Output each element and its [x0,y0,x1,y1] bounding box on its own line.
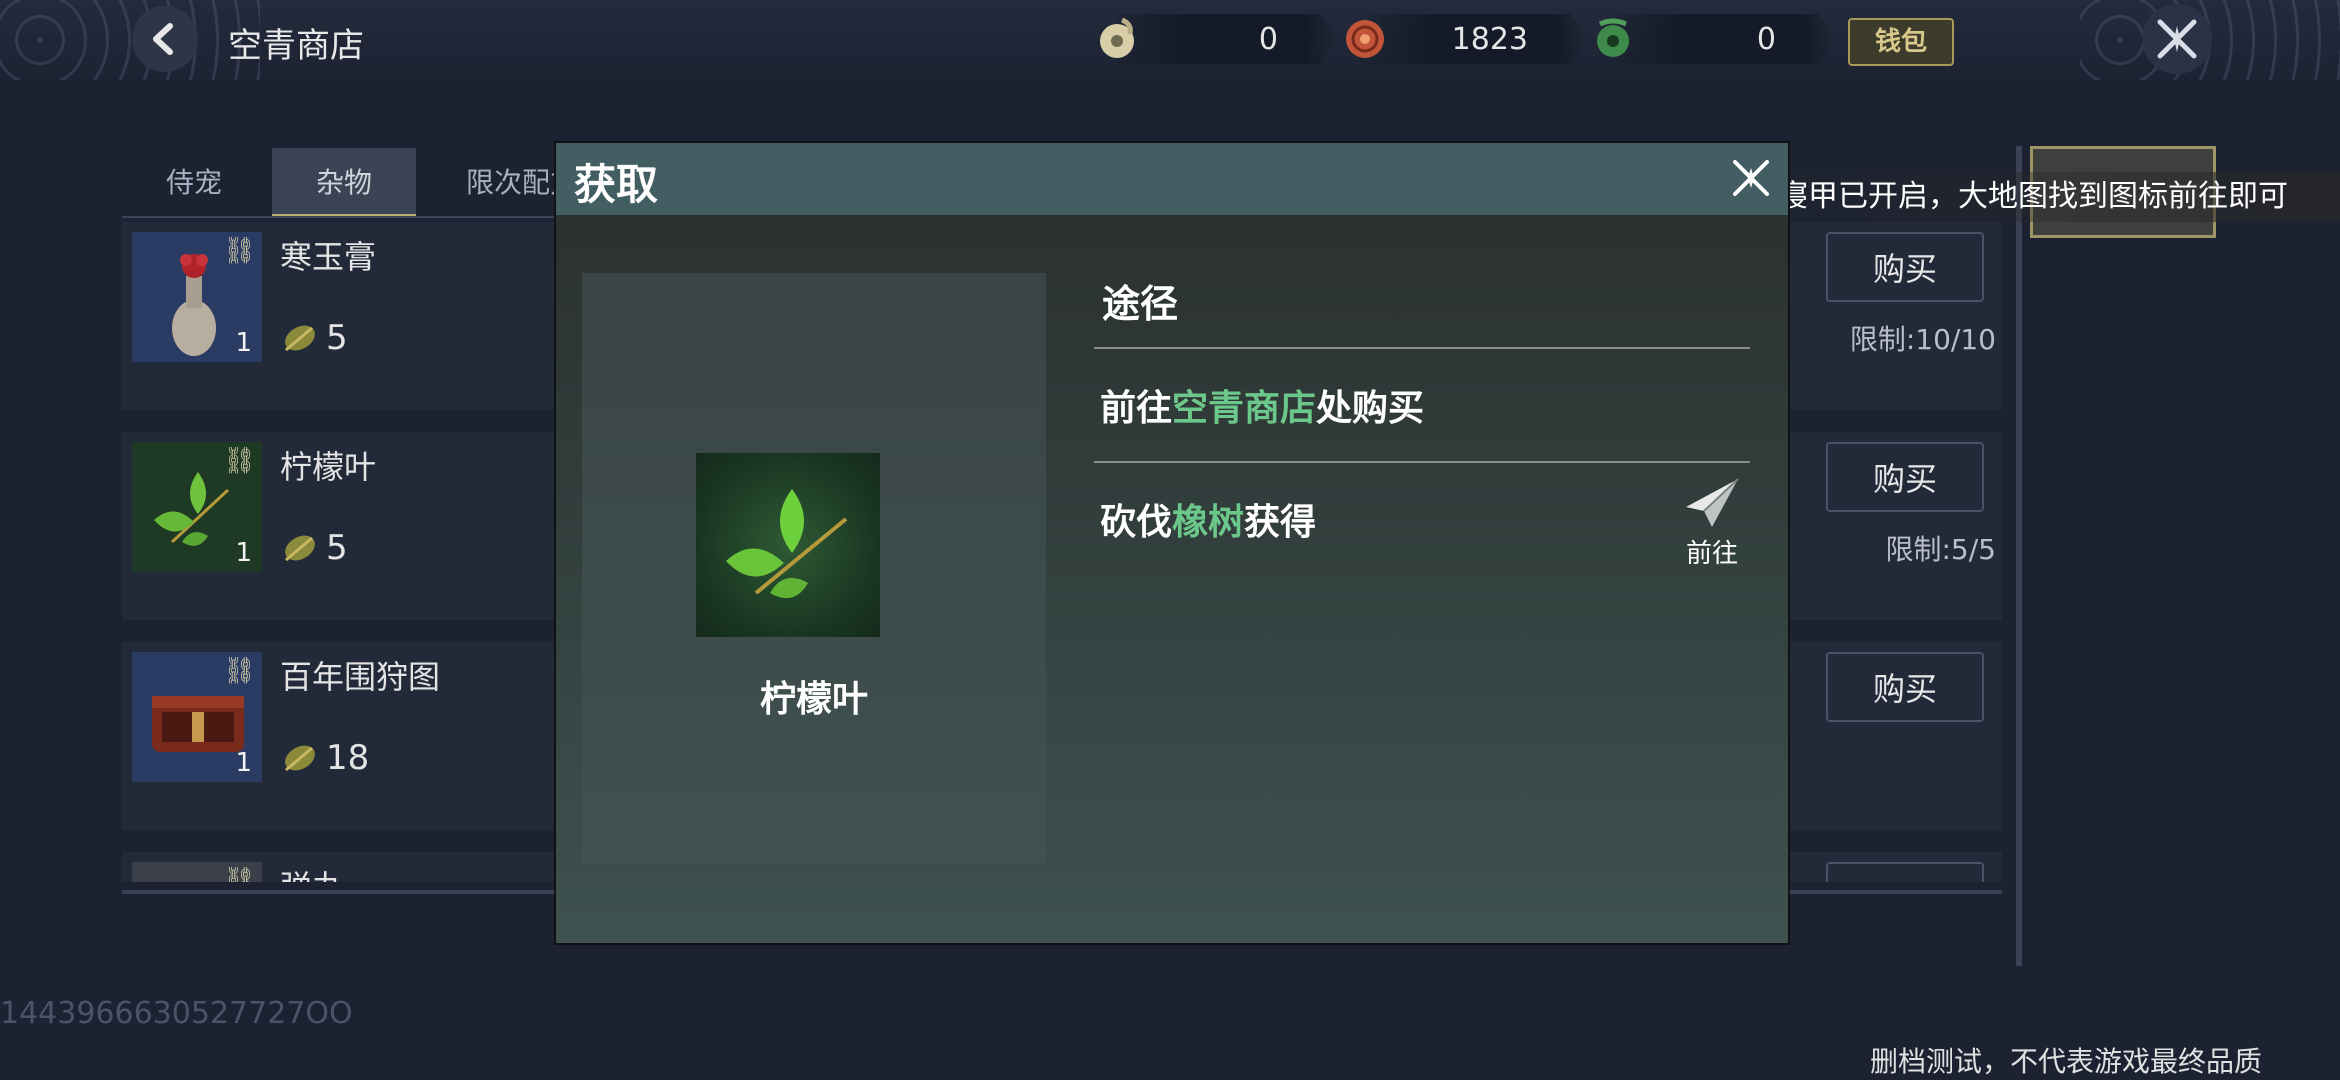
goto-label: 前往 [1685,539,1738,569]
item-thumbnail[interactable]: ⛓ 1 [132,652,262,782]
buy-button[interactable]: 购买 [1826,652,1984,722]
wallet-button[interactable]: 钱包 [1848,18,1954,66]
chain-link-icon: ⛓ [222,866,256,882]
page-title: 空青商店 [228,26,364,66]
crossed-swords-close-icon [2157,19,2197,59]
item-price: 5 [280,318,348,358]
source-prefix: 前往 [1100,388,1173,429]
chevron-left-icon [153,23,173,55]
tabs-underline [122,216,562,218]
divider [1094,347,1750,349]
currency-green: 0 [1616,14,1836,64]
source-chop-tree[interactable]: 砍伐橡树获得 [1100,493,1316,545]
source-suffix: 处购买 [1316,388,1425,429]
source-prefix: 砍伐 [1100,502,1173,543]
item-quantity: 1 [235,328,252,358]
debug-id: 1443966630527727OO [0,996,353,1031]
source-suffix: 获得 [1244,502,1317,543]
acquire-dialog: 获取 柠檬叶 途径 前往空青商店处购买 砍伐橡树获得 前往 [554,141,1790,945]
purchase-limit: 限制:5/5 [1885,533,1997,566]
leaf-currency-icon [285,535,315,562]
buy-button[interactable]: 购买 [1826,862,1984,882]
tab-pets[interactable]: 侍宠 [122,148,266,214]
leaf-currency-icon [285,745,315,772]
sources-heading: 途径 [1102,282,1179,326]
buy-button[interactable]: 购买 [1826,232,1984,302]
item-preview-panel: 柠檬叶 [582,273,1046,863]
chain-link-icon: ⛓ [222,446,256,476]
item-price-value: 18 [326,738,370,778]
chain-link-icon: ⛓ [222,656,256,686]
buy-button[interactable]: 购买 [1826,442,1984,512]
jade-coin-icon [1100,17,1134,58]
tab-misc[interactable]: 杂物 [272,148,416,218]
currency-copper-amount: 1823 [1451,22,1528,57]
purchase-limit: 限制:10/10 [1849,323,1996,356]
item-name: 寒玉膏 [280,238,377,276]
item-thumbnail[interactable]: ⛓ 1 [132,442,262,572]
close-shop-button[interactable] [2142,4,2212,74]
dialog-title: 获取 [574,160,659,209]
currency-jade: 0 [1118,14,1338,64]
chain-link-icon: ⛓ [222,236,256,266]
item-quantity: 1 [235,748,252,778]
dialog-close-button[interactable] [1722,149,1780,207]
item-quantity: 1 [235,538,252,568]
divider [1094,461,1750,463]
item-name: 百年围狩图 [280,658,441,696]
green-coin-icon [1597,18,1629,57]
test-disclaimer: 删档测试，不代表游戏最终品质 [1870,1045,2263,1078]
paper-plane-icon [1686,478,1739,527]
item-name: 弹丸 [280,862,344,882]
item-large-image [696,453,880,637]
tab-pets-label: 侍宠 [165,166,222,199]
close-icon [1733,160,1769,196]
item-price: 5 [280,528,348,568]
announcement-marquee: 戈寝甲已开启，大地图找到图标前往即可 [1748,172,2340,222]
source-shop-purchase[interactable]: 前往空青商店处购买 [1100,379,1424,431]
item-price-value: 5 [326,528,348,568]
dialog-header [556,143,1788,215]
item-price: 18 [280,738,369,778]
item-price-value: 5 [326,318,348,358]
item-thumbnail[interactable]: ⛓ 1 [132,232,262,362]
leaf-icon [726,489,848,599]
source-highlight: 橡树 [1172,502,1245,543]
right-divider [2016,146,2022,966]
leaf-currency-icon [285,325,315,352]
source-highlight: 空青商店 [1172,388,1317,429]
currency-jade-amount: 0 [1258,22,1278,57]
goto-button[interactable]: 前往 [1670,477,1754,577]
back-button[interactable] [132,6,198,72]
currency-copper: 1823 [1368,14,1588,64]
item-name: 柠檬叶 [280,448,377,486]
item-thumbnail[interactable]: ⛓ [132,862,262,882]
currency-green-amount: 0 [1756,22,1776,57]
item-preview-name: 柠檬叶 [759,679,868,720]
top-bar-ornament-left [0,0,260,80]
copper-coin-icon [1346,20,1384,58]
tab-misc-label: 杂物 [315,166,372,199]
